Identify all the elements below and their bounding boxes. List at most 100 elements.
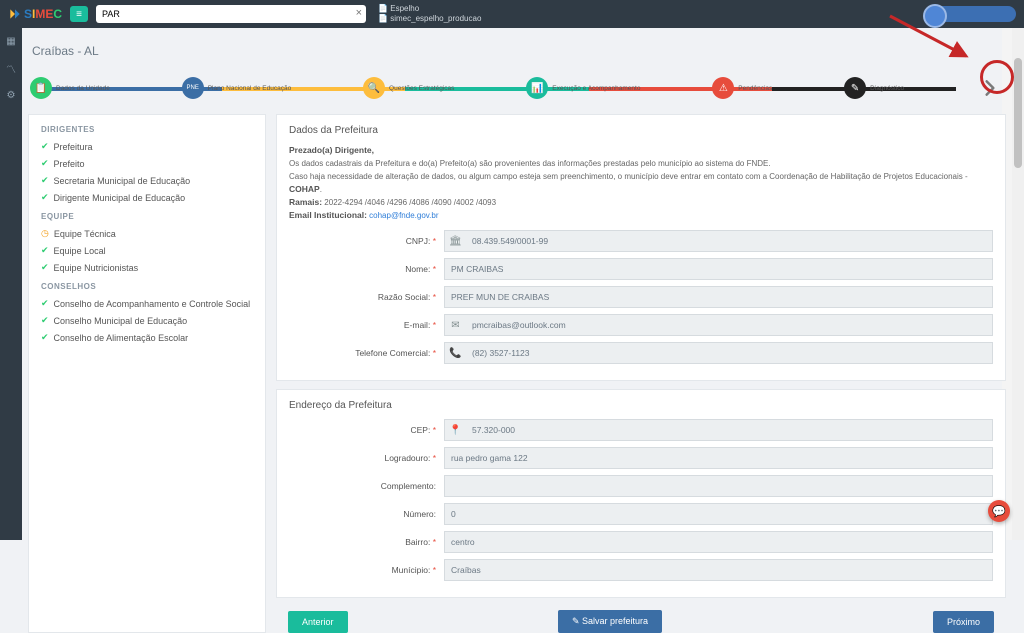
step-label: Execução e Acompanhamento	[552, 85, 640, 92]
breadcrumb-2: simec_espelho_producao	[378, 14, 481, 24]
step-questoes[interactable]: 🔍 Questões Estratégicas	[363, 77, 454, 99]
step-icon: PNE	[182, 77, 204, 99]
input-telefone[interactable]	[466, 342, 993, 364]
wizard-steps: 📋 Dados da Unidade PNE Plano Nacional de…	[28, 68, 1006, 108]
sidebar-item-label: Equipe Técnica	[54, 229, 116, 239]
card-title: Endereço da Prefeitura	[289, 400, 993, 411]
chevron-right-icon	[980, 78, 1000, 98]
save-button[interactable]: ✎ Salvar prefeitura	[558, 610, 662, 633]
sidebar-item-label: Conselho de Acompanhamento e Controle So…	[54, 299, 251, 309]
next-button[interactable]: Próximo	[933, 611, 994, 633]
step-label: Pendências	[738, 85, 772, 92]
rail-icon-dashboard[interactable]: ▦	[6, 36, 15, 47]
step-line	[38, 87, 956, 91]
card-title: Dados da Prefeitura	[289, 125, 993, 136]
step-icon: 📊	[526, 77, 548, 99]
main: Craíbas - AL 📋 Dados da Unidade PNE Plan…	[22, 28, 1012, 540]
check-icon: ✔	[41, 175, 49, 186]
notice-line: Os dados cadastrais da Prefeitura e do(a…	[289, 159, 771, 168]
rail-icon-settings[interactable]: ⚙	[7, 90, 16, 101]
left-rail: ▦ 〽 ⚙	[0, 28, 22, 540]
building-icon: 🏛	[444, 230, 466, 252]
step-label: Diagnóstico	[870, 85, 904, 92]
step-pne[interactable]: PNE Plano Nacional de Educação	[182, 77, 291, 99]
label-email: E-mail: *	[289, 320, 444, 330]
sidebar-item-cacs[interactable]: ✔ Conselho de Acompanhamento e Controle S…	[41, 295, 253, 312]
label-numero: Número:	[289, 509, 444, 519]
sidebar-item-nutricionistas[interactable]: ✔ Equipe Nutricionistas	[41, 259, 253, 276]
check-icon: ✔	[41, 298, 49, 309]
label-telefone: Telefone Comercial: *	[289, 348, 444, 358]
sidebar-item-dirigente[interactable]: ✔Dirigente Municipal de Educação	[41, 189, 253, 206]
sidebar-item-cae[interactable]: ✔ Conselho de Alimentação Escolar	[41, 329, 253, 346]
check-icon: ✔	[41, 141, 49, 152]
panel: Dados da Prefeitura Prezado(a) Dirigente…	[276, 114, 1006, 633]
help-fab[interactable]: 💬	[988, 500, 1010, 522]
sidebar-item-label: Conselho de Alimentação Escolar	[54, 333, 189, 343]
step-icon: ⚠	[712, 77, 734, 99]
row-complemento: Complemento:	[289, 475, 993, 497]
warn-icon: ◷	[41, 228, 49, 239]
top-search: ×	[96, 5, 366, 23]
check-icon: ✔	[41, 262, 49, 273]
sidebar-item-label: Conselho Municipal de Educação	[54, 316, 188, 326]
sidebar-item-cme[interactable]: ✔ Conselho Municipal de Educação	[41, 312, 253, 329]
label-bairro: Bairro: *	[289, 537, 444, 547]
step-pendencias[interactable]: ⚠ Pendências	[712, 77, 772, 99]
input-logradouro[interactable]	[444, 447, 993, 469]
row-telefone: Telefone Comercial: * 📞	[289, 342, 993, 364]
notice-line: Ramais: 2022-4294 /4046 /4296 /4086 /409…	[289, 198, 496, 207]
row-logradouro: Logradouro: *	[289, 447, 993, 469]
input-nome[interactable]	[444, 258, 993, 280]
check-icon: ✔	[41, 332, 49, 343]
card-endereco: Endereço da Prefeitura CEP: * 📍 Logradou…	[276, 389, 1006, 598]
row-bairro: Bairro: *	[289, 531, 993, 553]
button-bar: Anterior ✎ Salvar prefeitura Próximo	[276, 606, 1006, 633]
user-menu[interactable]	[926, 6, 1016, 22]
step-next-arrow[interactable]	[976, 74, 1004, 102]
sidebar-item-label: Equipe Nutricionistas	[54, 263, 139, 273]
input-email[interactable]	[466, 314, 993, 336]
email-link[interactable]: cohap@fnde.gov.br	[367, 211, 439, 220]
phone-icon: 📞	[444, 342, 466, 364]
sidebar-item-prefeitura[interactable]: ✔Prefeitura	[41, 138, 253, 155]
logo[interactable]: SIMEC	[8, 7, 62, 21]
sidebar-item-secretaria[interactable]: ✔Secretaria Municipal de Educação	[41, 172, 253, 189]
sidebar-item-prefeito[interactable]: ✔Prefeito	[41, 155, 253, 172]
input-complemento[interactable]	[444, 475, 993, 497]
step-icon: 🔍	[363, 77, 385, 99]
step-execucao[interactable]: 📊 Execução e Acompanhamento	[526, 77, 640, 99]
step-label: Plano Nacional de Educação	[208, 85, 291, 92]
sidebar-item-label: Dirigente Municipal de Educação	[54, 193, 186, 203]
input-cep[interactable]	[466, 419, 993, 441]
input-numero[interactable]	[444, 503, 993, 525]
prev-button[interactable]: Anterior	[288, 611, 348, 633]
outer-scrollbar[interactable]	[1012, 28, 1024, 540]
step-label: Questões Estratégicas	[389, 85, 454, 92]
step-diagnostico[interactable]: ✎ Diagnóstico	[844, 77, 904, 99]
label-cnpj: CNPJ: *	[289, 236, 444, 246]
content: DIRIGENTES ✔Prefeitura ✔Prefeito ✔Secret…	[28, 114, 1006, 633]
rail-icon-chart[interactable]: 〽	[6, 61, 16, 76]
input-cnpj[interactable]	[466, 230, 993, 252]
logo-icon	[8, 7, 22, 21]
input-razao[interactable]	[444, 286, 993, 308]
step-label: Dados da Unidade	[56, 85, 110, 92]
top-search-input[interactable]	[96, 5, 366, 23]
row-email: E-mail: * ✉	[289, 314, 993, 336]
input-bairro[interactable]	[444, 531, 993, 553]
label-municipio: Munícipio: *	[289, 565, 444, 575]
row-cep: CEP: * 📍	[289, 419, 993, 441]
row-cnpj: CNPJ: * 🏛	[289, 230, 993, 252]
sidebar-item-equipe-local[interactable]: ✔Equipe Local	[41, 242, 253, 259]
clear-search-icon[interactable]: ×	[356, 7, 362, 19]
step-icon: ✎	[844, 77, 866, 99]
module-switch-button[interactable]: ≡	[70, 6, 88, 22]
input-municipio[interactable]	[444, 559, 993, 581]
logo-text: SIMEC	[24, 7, 62, 21]
label-razao: Razão Social: *	[289, 292, 444, 302]
card-dados-prefeitura: Dados da Prefeitura Prezado(a) Dirigente…	[276, 114, 1006, 381]
check-icon: ✔	[41, 315, 49, 326]
sidebar-item-equipe-tecnica[interactable]: ◷ Equipe Técnica	[41, 225, 253, 242]
step-dados-unidade[interactable]: 📋 Dados da Unidade	[30, 77, 110, 99]
